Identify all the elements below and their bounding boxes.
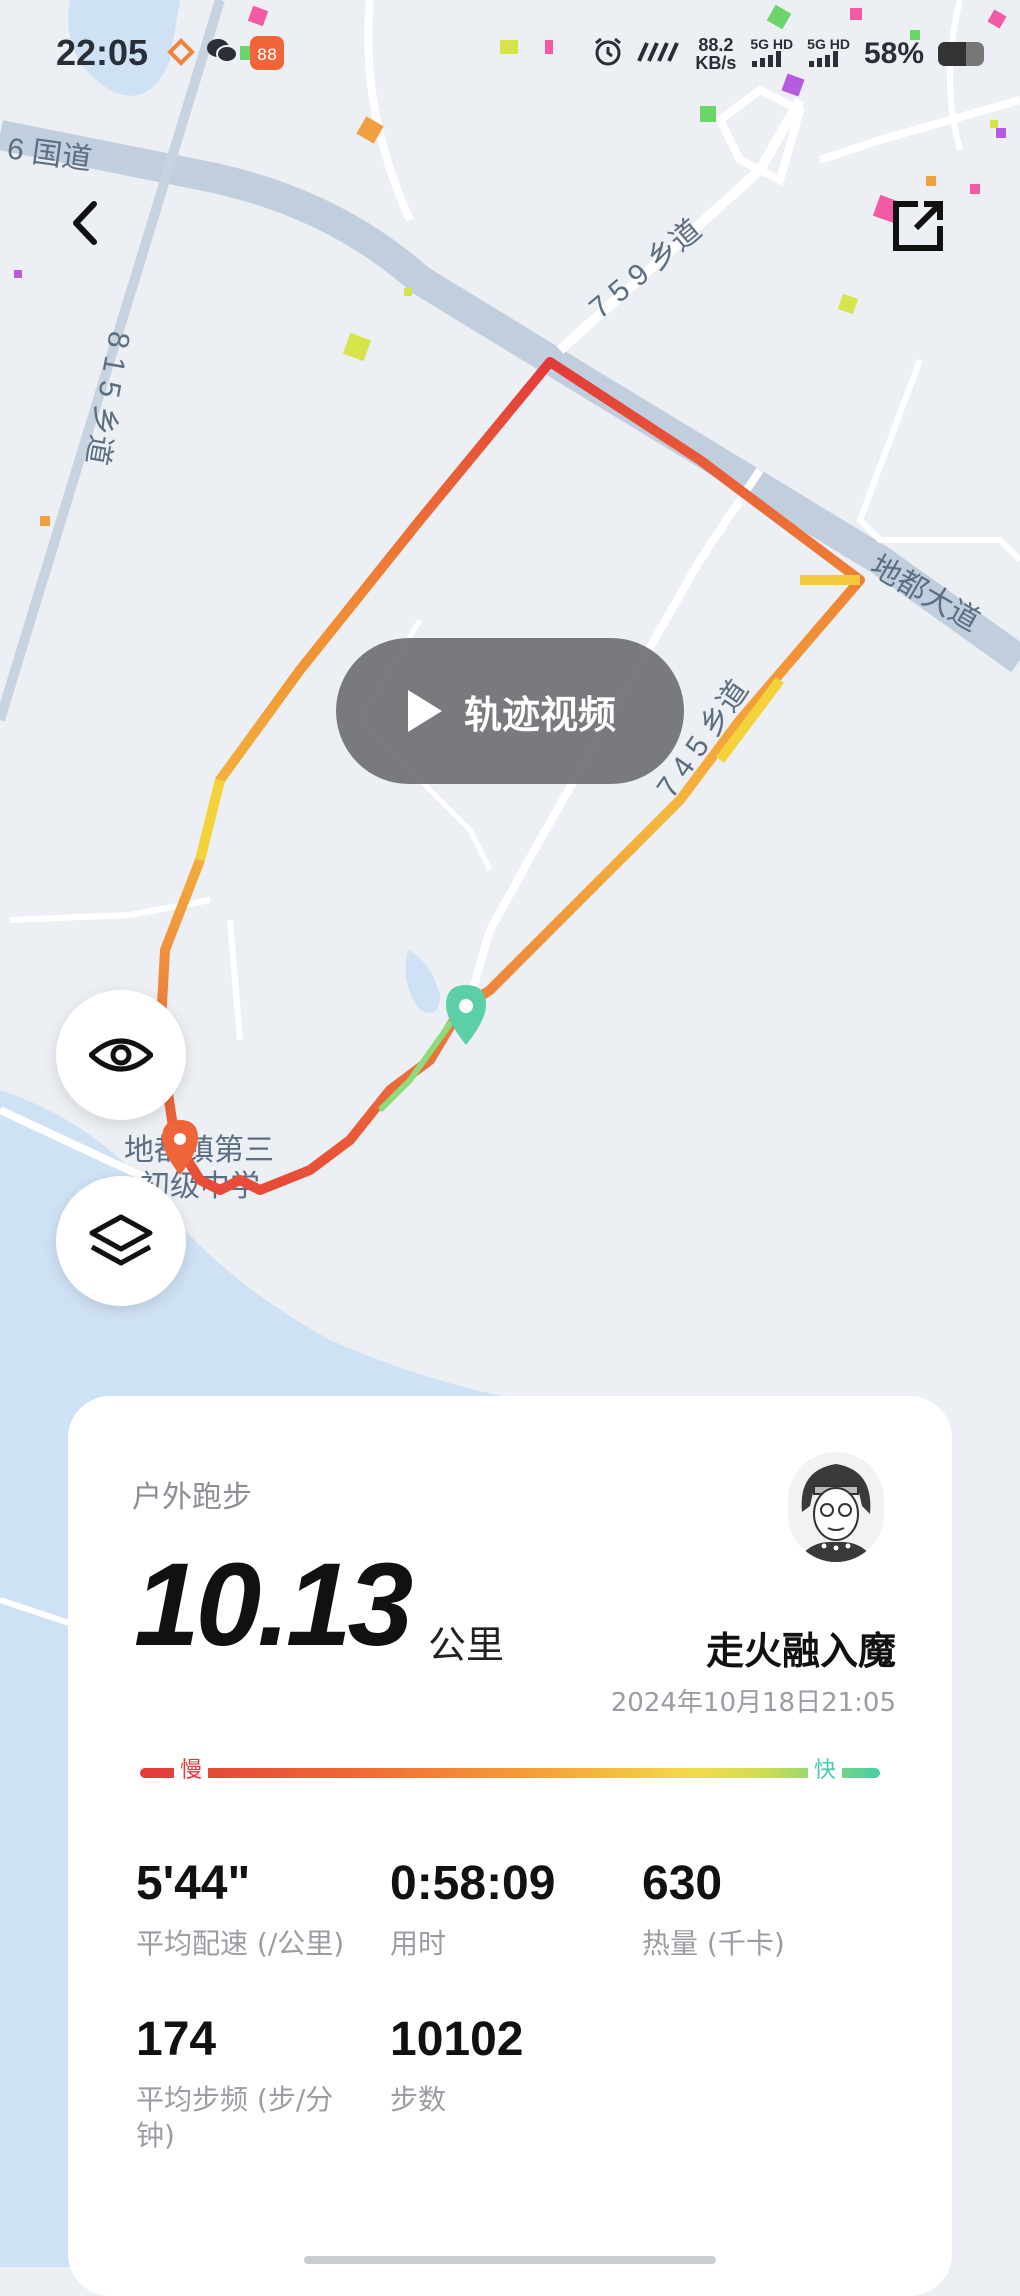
- stat-calories: 630 热量 (千卡): [642, 1856, 882, 1962]
- sport-type: 户外跑步: [132, 1480, 252, 1515]
- nfc-icon: [637, 41, 681, 67]
- status-bar: 22:05 88 88.2 KB/s 5G HD 5G HD 58%: [0, 30, 1020, 80]
- stat-duration: 0:58:09 用时: [390, 1856, 610, 1962]
- pace-gradient-bar: [140, 1768, 880, 1778]
- track-video-label: 轨迹视频: [463, 692, 616, 737]
- battery-icon: [938, 42, 984, 66]
- pace-slow-label: 慢: [174, 1758, 209, 1784]
- workout-datetime: 2024年10月18日21:05: [610, 1688, 896, 1718]
- eye-icon: [89, 1038, 153, 1072]
- signal-1: 5G HD: [750, 37, 793, 71]
- stat-label: 热量 (千卡): [642, 1927, 785, 1960]
- share-button[interactable]: [888, 196, 948, 256]
- network-speed-unit: KB/s: [695, 53, 737, 73]
- stat-value: 5'44": [136, 1857, 251, 1910]
- track-video-button[interactable]: 轨迹视频: [336, 638, 684, 784]
- stat-label: 平均步频 (步/分钟): [136, 2083, 334, 2152]
- distance-unit: 公里: [428, 1623, 505, 1667]
- battery-percent: 58%: [863, 37, 924, 70]
- username: 走火融入魔: [705, 1629, 896, 1673]
- avatar-image: [788, 1452, 884, 1562]
- stat-value: 10102: [390, 2013, 524, 2066]
- taobao-icon: 88: [250, 36, 284, 70]
- chevron-left-icon: [73, 201, 97, 245]
- stat-avg-pace: 5'44" 平均配速 (/公里): [136, 1856, 366, 1962]
- stat-label: 平均配速 (/公里): [136, 1927, 345, 1960]
- stat-value: 0:58:09: [390, 1857, 556, 1910]
- stat-value: 174: [136, 2013, 217, 2066]
- status-time: 22:05: [56, 32, 149, 73]
- alarm-icon: [593, 37, 623, 71]
- signal-bars-icon: [752, 51, 782, 67]
- back-button[interactable]: [62, 198, 112, 248]
- layers-icon: [89, 1214, 153, 1266]
- app-notification-icon: [166, 36, 200, 70]
- visibility-toggle-button[interactable]: [56, 990, 186, 1120]
- signal-2: 5G HD: [807, 37, 850, 71]
- label-school: 地都镇第三: [124, 1134, 274, 1167]
- home-indicator[interactable]: [304, 2256, 716, 2264]
- workout-summary-card: 户外跑步 10.13 公里 走火融入魔 2024年10月18日21:05 慢 快…: [68, 1396, 952, 2296]
- stat-avg-cadence: 174 平均步频 (步/分钟): [136, 2012, 358, 2154]
- stat-value: 630: [642, 1857, 723, 1910]
- signal-1-label: 5G HD: [750, 36, 794, 52]
- network-speed-value: 88.2: [698, 35, 734, 55]
- signal-2-label: 5G HD: [807, 36, 850, 52]
- distance-value: 10.13: [134, 1539, 413, 1671]
- map-layers-button[interactable]: [56, 1176, 186, 1306]
- pace-fast-label: 快: [808, 1758, 843, 1784]
- stat-label: 步数: [390, 2083, 447, 2116]
- stat-steps: 10102 步数: [390, 2012, 610, 2118]
- share-external-icon: [893, 201, 943, 251]
- svg-text:88: 88: [257, 45, 277, 64]
- wechat-icon: [206, 36, 240, 70]
- signal-bars-icon: [809, 51, 839, 67]
- avatar[interactable]: [788, 1452, 884, 1562]
- play-icon: [407, 690, 442, 732]
- stat-label: 用时: [390, 1927, 447, 1960]
- network-speed: 88.2 KB/s: [695, 36, 736, 72]
